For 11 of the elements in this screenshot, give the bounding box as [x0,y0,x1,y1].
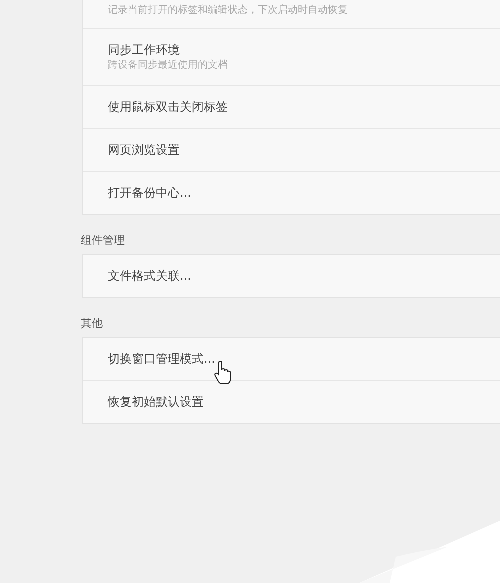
section-heading: 其他 [81,316,104,332]
setting-item[interactable]: 恢复初始默认设置 [108,394,500,410]
setting-item[interactable]: 打开备份中心... [108,185,500,201]
setting-item[interactable]: 使用鼠标双击关闭标签 [108,99,500,115]
setting-item[interactable]: 网页浏览设置 [108,142,500,158]
setting-description: 记录当前打开的标签和编辑状态，下次启动时自动恢复 [108,4,349,18]
section-heading: 组件管理 [81,233,126,249]
setting-item[interactable]: 同步工作环境 [108,42,500,58]
hand-cursor-icon [214,361,232,385]
setting-item[interactable]: 切换窗口管理模式... [108,351,500,367]
setting-description: 跨设备同步最近使用的文档 [108,58,229,72]
